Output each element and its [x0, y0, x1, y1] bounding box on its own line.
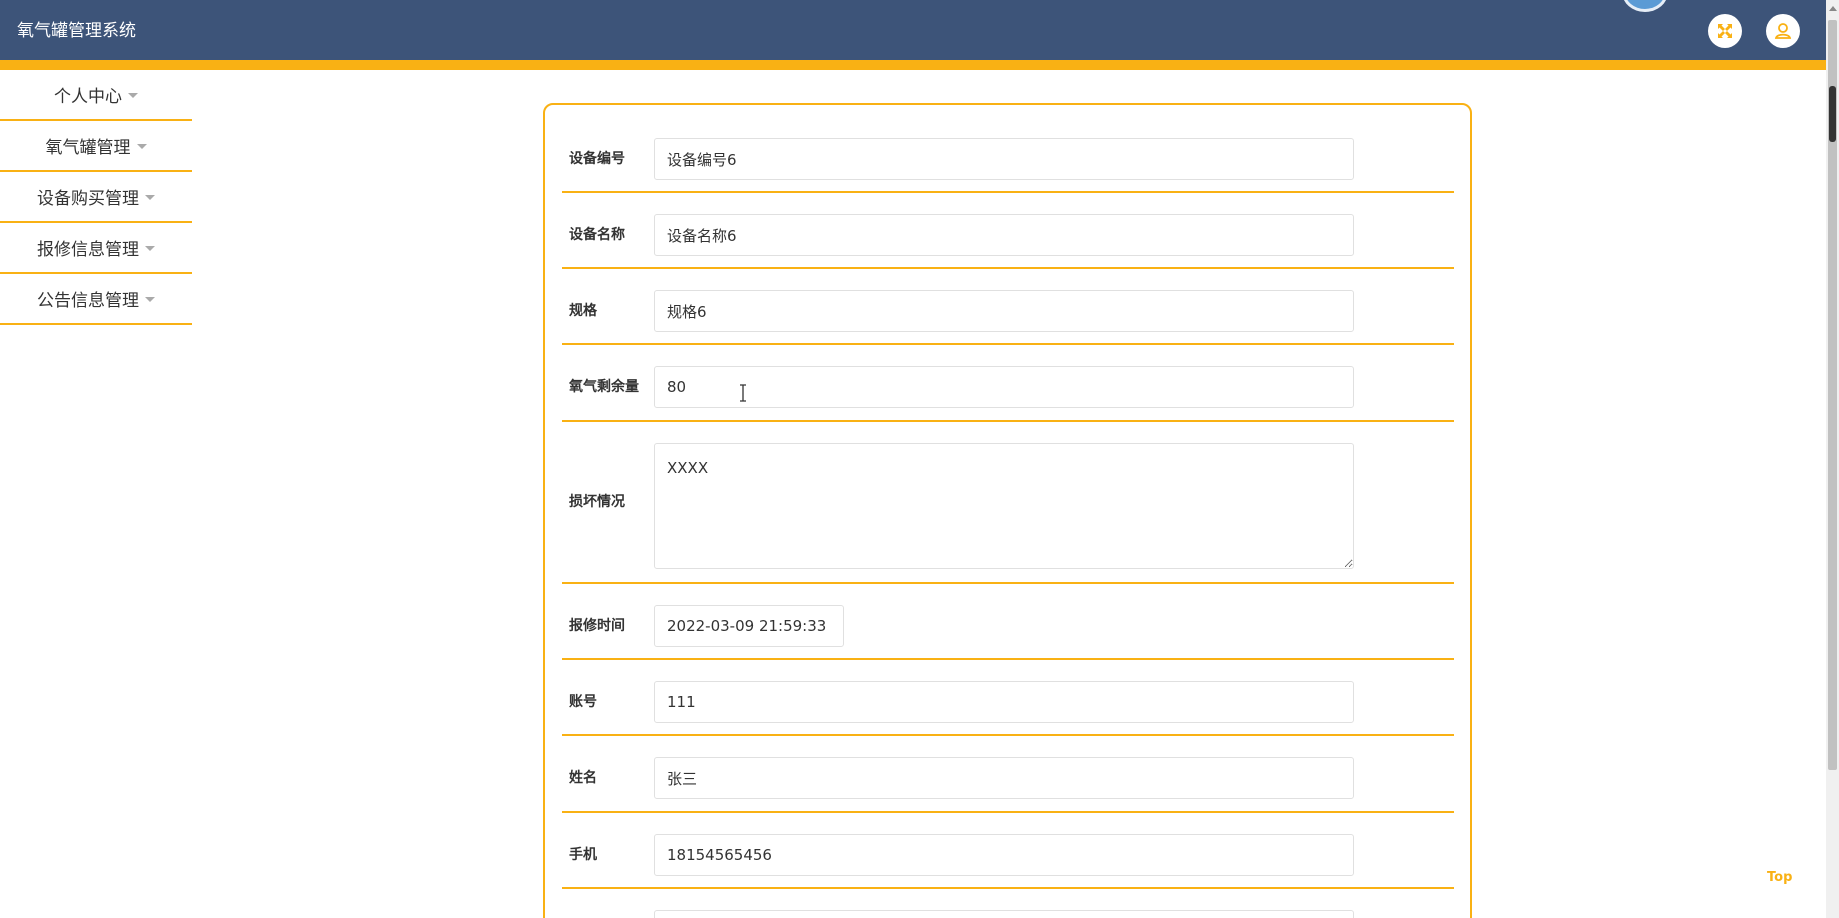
sidebar-item-personal-center[interactable]: 个人中心 [0, 70, 192, 121]
device-name-input[interactable] [654, 214, 1354, 256]
sidebar-item-label: 设备购买管理 [37, 189, 139, 209]
fullscreen-button[interactable] [1708, 14, 1742, 48]
sidebar-item-oxygen-tank-management[interactable]: 氧气罐管理 [0, 121, 192, 172]
field-label: 姓名 [569, 770, 597, 786]
fullscreen-icon [1718, 24, 1732, 38]
next-field-input[interactable] [654, 910, 1354, 918]
form-row-oxygen-remaining: 氧气剩余量 [562, 345, 1454, 422]
field-label: 氧气剩余量 [569, 379, 639, 395]
form-row-next [562, 889, 1454, 918]
form-row-device-name: 设备名称 [562, 193, 1454, 269]
form-row-phone: 手机 [562, 813, 1454, 889]
avatar [1622, 0, 1668, 12]
damage-textarea[interactable]: XXXX [654, 443, 1354, 569]
text-cursor-icon [740, 384, 746, 402]
phone-input[interactable] [654, 834, 1354, 876]
field-label: 手机 [569, 847, 597, 863]
scrollbar-grip [1829, 86, 1836, 142]
field-label: 设备编号 [569, 151, 625, 167]
sidebar-item-repair-management[interactable]: 报修信息管理 [0, 223, 192, 274]
sidebar-item-label: 公告信息管理 [37, 291, 139, 311]
sidebar: 个人中心 氧气罐管理 设备购买管理 报修信息管理 公告信息管理 [0, 70, 192, 325]
vertical-scrollbar[interactable] [1826, 0, 1839, 918]
app-title: 氧气罐管理系统 [17, 21, 136, 41]
sidebar-item-purchase-management[interactable]: 设备购买管理 [0, 172, 192, 223]
caret-down-icon [145, 246, 155, 251]
repair-time-input[interactable] [654, 605, 844, 647]
form-row-device-number: 设备编号 [562, 105, 1454, 193]
caret-down-icon [145, 297, 155, 302]
field-label: 损坏情况 [569, 494, 625, 510]
field-label: 规格 [569, 303, 597, 319]
caret-down-icon [145, 195, 155, 200]
field-label: 设备名称 [569, 227, 625, 243]
back-to-top-link[interactable]: Top [1767, 870, 1792, 885]
sidebar-item-label: 报修信息管理 [37, 240, 139, 260]
caret-down-icon [128, 93, 138, 98]
user-button[interactable] [1766, 14, 1800, 48]
caret-down-icon [136, 144, 147, 149]
sidebar-item-label: 氧气罐管理 [45, 138, 131, 158]
field-label: 报修时间 [569, 618, 625, 634]
oxygen-remaining-input[interactable] [654, 366, 1354, 408]
user-icon [1774, 23, 1792, 39]
header-accent-stripe [0, 60, 1826, 70]
form-row-repair-time: 报修时间 [562, 584, 1454, 660]
sidebar-item-label: 个人中心 [54, 87, 122, 107]
top-header: 氧气罐管理系统 [0, 0, 1826, 60]
scroll-up-arrow-icon[interactable] [1826, 0, 1839, 17]
device-number-input[interactable] [654, 138, 1354, 180]
name-input[interactable] [654, 757, 1354, 799]
sidebar-item-notice-management[interactable]: 公告信息管理 [0, 274, 192, 325]
form-row-damage: 损坏情况 XXXX [562, 422, 1454, 584]
form-row-account: 账号 [562, 660, 1454, 736]
account-input[interactable] [654, 681, 1354, 723]
spec-input[interactable] [654, 290, 1354, 332]
form-row-name: 姓名 [562, 736, 1454, 813]
detail-form: 设备编号 设备名称 规格 氧气剩余量 损坏情况 XXXX 报修时间 账号 姓名 … [543, 103, 1472, 918]
form-row-spec: 规格 [562, 269, 1454, 345]
field-label: 账号 [569, 694, 597, 710]
